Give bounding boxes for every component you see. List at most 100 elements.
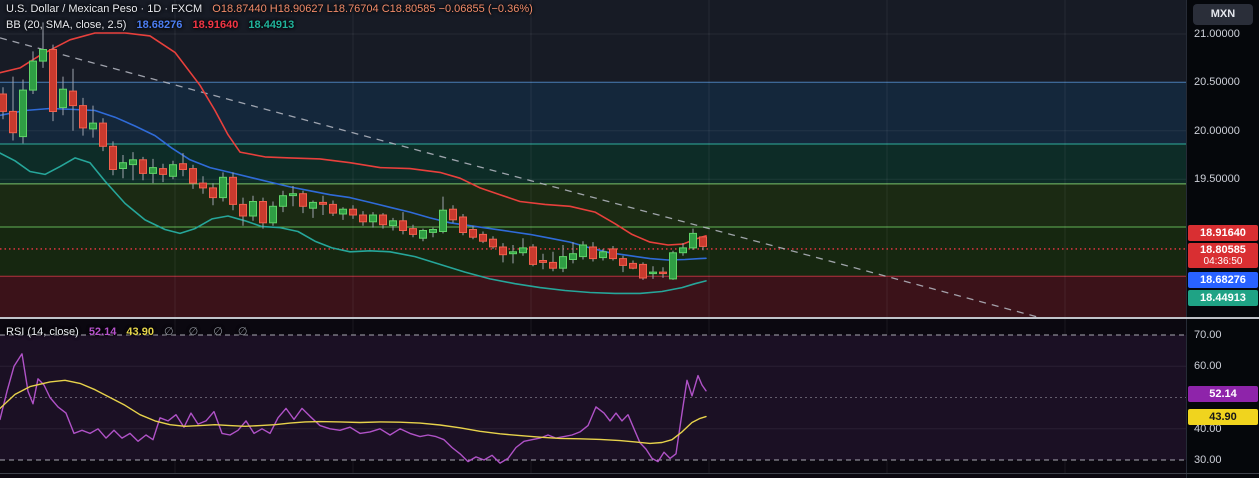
candle-body-down [239, 203, 247, 217]
candle-body-up [129, 159, 137, 166]
rsi-value-badge: 52.14 [1188, 386, 1258, 402]
rsi-ma-value-badge: 43.90 [1188, 409, 1258, 425]
candle-body-up [29, 60, 37, 91]
candle-body-up [149, 167, 157, 174]
candle-body-down [349, 208, 357, 216]
ohlc-values: O18.87440 H18.90627 L18.76704 C18.80585 … [212, 3, 533, 15]
candle-body-up [429, 229, 437, 233]
price-tick-label: 20.00000 [1194, 124, 1240, 137]
candle-body-down [299, 193, 307, 207]
candle-body-up [249, 201, 257, 217]
candle-body-down [189, 168, 197, 184]
zone-greenA [0, 183, 1186, 227]
candle-body-down [409, 228, 417, 235]
zone-teal [0, 144, 1186, 184]
bb-basis-value: 18.68276 [136, 19, 183, 31]
bb-lower-value: 18.44913 [248, 19, 295, 31]
candle-body-up [89, 122, 97, 130]
candle-body-down [179, 163, 187, 170]
price-tick-label: 19.50000 [1194, 173, 1240, 186]
candle-body-up [339, 208, 347, 215]
candle-body-up [649, 271, 657, 275]
bb-label: BB (20, SMA, close, 2.5) [6, 19, 127, 31]
candle-body-up [679, 247, 687, 254]
bb-upper-price-badge: 18.91640 [1188, 225, 1258, 241]
candle-body-down [549, 261, 557, 269]
symbol-title: U.S. Dollar / Mexican Peso · 1D · FXCM [6, 3, 203, 15]
candle-body-down [69, 90, 77, 107]
candle-body-down [359, 214, 367, 223]
bb-basis-price-badge: 18.68276 [1188, 272, 1258, 288]
candle-body-up [519, 247, 527, 254]
rsi-ma-value: 43.90 [126, 326, 154, 338]
price-tick-label: 21.00000 [1194, 28, 1240, 40]
candle-body-up [59, 88, 67, 109]
currency-button[interactable]: MXN [1193, 4, 1253, 25]
candle-body-down [449, 208, 457, 221]
candle-body-down [469, 229, 477, 238]
candle-body-down [529, 246, 537, 265]
bar-countdown: 04:36:50 [1203, 256, 1243, 267]
pane-separator[interactable] [0, 317, 1259, 319]
candle-body-down [209, 187, 217, 199]
candle-body-up [169, 164, 177, 177]
candle-body-down [499, 246, 507, 256]
candle-body-down [109, 145, 117, 171]
candle-body-up [119, 162, 127, 169]
candle-body-down [159, 168, 167, 175]
candle-body-down [99, 122, 107, 147]
candle-body-down [139, 159, 147, 174]
candle-body-up [509, 251, 517, 255]
rsi-value: 52.14 [88, 326, 117, 338]
candle-body-up [669, 252, 677, 280]
candle-body-down [609, 248, 617, 260]
candle-body-up [279, 195, 287, 207]
candle-body-up [569, 253, 577, 260]
rsi-tick-label: 30.00 [1194, 454, 1222, 466]
candle-body-down [539, 260, 547, 263]
last-price-badge: 18.80585 04:36:50 [1188, 243, 1258, 268]
candle-body-down [9, 110, 17, 134]
price-tick-label: 20.50000 [1194, 76, 1240, 89]
candle-body-down [639, 263, 647, 279]
candle-body-up [599, 251, 607, 259]
candle-body-up [39, 49, 47, 62]
zone-blue [0, 82, 1186, 144]
bb-legend[interactable]: BB (20, SMA, close, 2.5) 18.68276 18.916… [6, 18, 294, 32]
last-price-value: 18.80585 [1200, 244, 1246, 256]
rsi-label: RSI (14, close) [6, 326, 79, 338]
bb-lower-price-badge: 18.44913 [1188, 290, 1258, 306]
candle-body-down [49, 49, 57, 112]
symbol-legend[interactable]: U.S. Dollar / Mexican Peso · 1D · FXCM O… [6, 2, 533, 16]
candle-body-down [259, 201, 267, 224]
trading-chart-window: U.S. Dollar / Mexican Peso · 1D · FXCM O… [0, 0, 1259, 478]
candle-body-up [219, 176, 227, 199]
candle-body-down [459, 216, 467, 233]
rsi-legend[interactable]: RSI (14, close) 52.14 43.90 ∅ ∅ ∅ ∅ [6, 325, 254, 339]
candle-body-down [399, 220, 407, 232]
candle-body-down [659, 271, 667, 275]
candle-body-down [489, 238, 497, 248]
candle-body-up [19, 89, 27, 138]
zone-red [0, 276, 1186, 317]
candle-body-down [379, 214, 387, 226]
candle-body-down [229, 176, 237, 205]
chart-canvas[interactable] [0, 0, 1186, 478]
candle-body-down [319, 201, 327, 205]
candle-body-down [0, 93, 7, 112]
candle-body-up [289, 193, 297, 197]
candle-body-up [689, 232, 697, 249]
candle-body-down [199, 182, 207, 189]
candle-body-up [579, 244, 587, 258]
candle-body-down [589, 246, 597, 260]
candle-body-up [439, 209, 447, 232]
candle-body-down [79, 105, 87, 129]
rsi-tick-label: 70.00 [1194, 329, 1222, 341]
candle-body-up [269, 205, 277, 224]
price-axis[interactable]: MXN 21.00000 20.50000 20.00000 19.50000 70.0… [1186, 0, 1259, 478]
candle-body-up [419, 230, 427, 239]
candle-body-down [619, 258, 627, 266]
candle-body-up [389, 220, 397, 227]
candle-body-down [629, 262, 637, 269]
rsi-band [0, 335, 1186, 460]
